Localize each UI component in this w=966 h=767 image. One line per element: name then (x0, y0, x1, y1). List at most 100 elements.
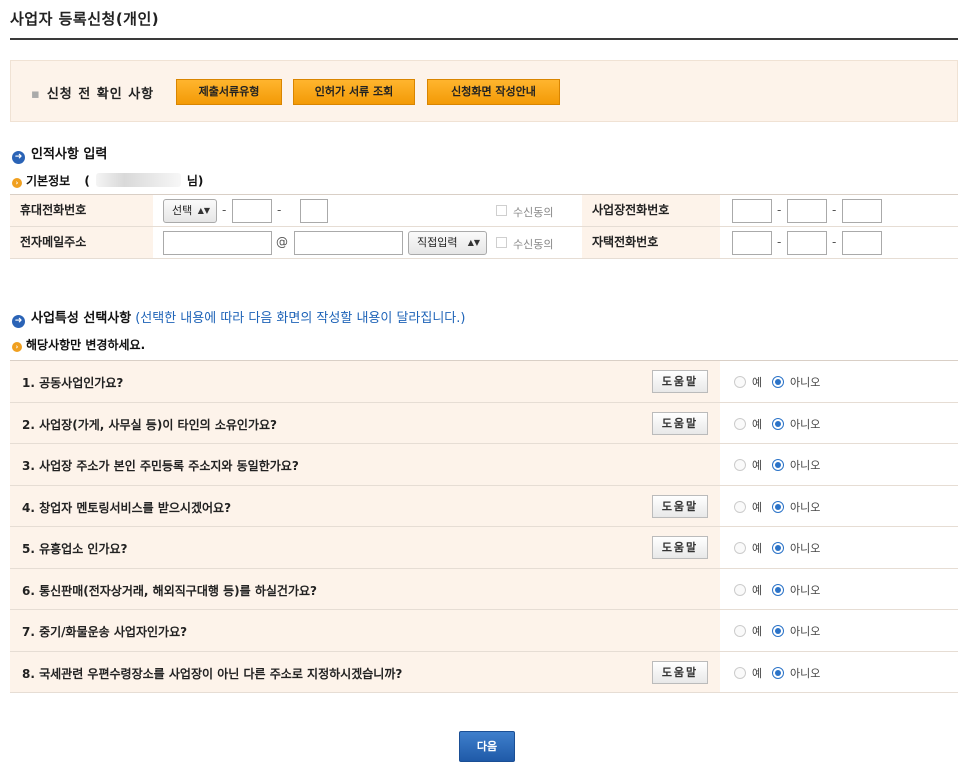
help-button[interactable]: 도움말 (652, 660, 708, 684)
blurred-user-name (95, 173, 181, 187)
question-text: 6. 통신판매(전자상거래, 해외직구대행 등)를 하실건가요? (22, 583, 317, 598)
question-row: 8. 국세관련 우편수령장소를 사업장이 아닌 다른 주소로 지정하시겠습니까?… (10, 651, 958, 693)
dash: - (277, 203, 282, 217)
no-radio[interactable] (772, 459, 784, 471)
yes-radio[interactable] (734, 583, 746, 596)
email-consent-label: 수신동의 (513, 238, 554, 251)
pre-check-label: ▪ 신청 전 확인 사항 (31, 87, 155, 102)
no-radio[interactable] (772, 376, 784, 388)
yes-radio[interactable] (734, 542, 746, 554)
select-arrows-icon: ▲▼ (197, 206, 210, 215)
home-phone-3-input[interactable] (842, 231, 882, 255)
yes-radio[interactable] (734, 500, 746, 513)
help-button[interactable]: 도움말 (652, 411, 708, 435)
at-sign: @ (276, 235, 288, 249)
help-button[interactable]: 도움말 (652, 370, 708, 393)
email-local-input[interactable] (163, 231, 272, 255)
question-text: 8. 국세관련 우편수령장소를 사업장이 아닌 다른 주소로 지정하시겠습니까? (22, 666, 403, 681)
home-phone-1-input[interactable] (732, 231, 772, 255)
no-label: 아니오 (790, 583, 821, 597)
question-text: 4. 창업자 멘토링서비스를 받으시겠어요? (22, 500, 232, 515)
yes-label: 예 (752, 417, 763, 431)
arrow-circle-small-icon: › (12, 342, 22, 352)
email-consent-checkbox[interactable] (496, 237, 507, 248)
arrow-circle-small-icon: › (12, 178, 22, 188)
business-section-note: (선택한 내용에 따라 다음 화면의 작성할 내용이 달라집니다.) (135, 311, 466, 326)
business-phone-2-input[interactable] (787, 199, 827, 223)
help-button[interactable]: 도움말 (652, 536, 708, 559)
yes-label: 예 (752, 666, 763, 680)
permit-docs-lookup-button[interactable]: 인허가 서류 조회 (293, 79, 415, 105)
question-cell: 5. 유흥업소 인가요? 도움말 (10, 527, 720, 568)
question-cell: 3. 사업장 주소가 본인 주민등록 주소지와 동일한가요? (10, 444, 720, 485)
select-arrows-icon: ▲▼ (467, 238, 480, 247)
yes-label: 예 (752, 459, 763, 472)
question-row: 5. 유흥업소 인가요? 도움말 예 아니오 (10, 527, 958, 569)
no-radio[interactable] (772, 625, 784, 637)
no-radio[interactable] (772, 666, 784, 679)
no-radio[interactable] (772, 583, 784, 596)
mobile-middle-input[interactable] (232, 199, 272, 223)
home-phone-2-input[interactable] (787, 231, 827, 255)
title-divider (10, 38, 958, 40)
no-label: 아니오 (790, 625, 821, 638)
yes-label: 예 (752, 625, 763, 638)
no-label: 아니오 (790, 376, 821, 389)
email-label: 전자메일주소 (10, 227, 153, 258)
no-radio[interactable] (772, 500, 784, 513)
dash: - (777, 203, 782, 217)
question-text: 1. 공동사업인가요? (22, 376, 124, 390)
mobile-consent-label: 수신동의 (513, 206, 554, 219)
yes-label: 예 (752, 500, 763, 514)
yes-radio[interactable] (734, 459, 746, 471)
question-cell: 6. 통신판매(전자상거래, 해외직구대행 등)를 하실건가요? (10, 568, 720, 609)
help-button[interactable]: 도움말 (652, 494, 708, 518)
yes-label: 예 (752, 376, 763, 389)
mobile-last-input[interactable] (300, 199, 328, 223)
no-label: 아니오 (790, 500, 821, 514)
no-radio[interactable] (772, 417, 784, 430)
dash: - (832, 203, 837, 217)
no-label: 아니오 (790, 417, 821, 431)
mobile-consent-checkbox[interactable] (496, 205, 507, 216)
basic-info-label: › 기본정보 (님) (12, 172, 203, 189)
next-button[interactable]: 다음 (459, 731, 515, 762)
question-text: 2. 사업장(가게, 사무실 등)이 타인의 소유인가요? (22, 417, 278, 432)
bullet-dot-icon: ▪ (31, 87, 41, 102)
yes-radio[interactable] (734, 625, 746, 637)
questions-table: 1. 공동사업인가요? 도움말 예 아니오 2. 사업장(가게, 사무실 등)이 타인의… (10, 360, 958, 693)
form-guide-button[interactable]: 신청화면 작성안내 (427, 79, 560, 105)
email-domain-input[interactable] (294, 231, 403, 255)
yes-radio[interactable] (734, 417, 746, 430)
yes-radio[interactable] (734, 376, 746, 388)
no-label: 아니오 (790, 542, 821, 555)
personal-info-table: 휴대전화번호 선택 ▲▼ - - 수신동의 사업장전화번호 - - 전자메일주소 … (10, 194, 958, 259)
home-phone-label: 자택전화번호 (582, 227, 720, 258)
question-text: 3. 사업장 주소가 본인 주민등록 주소지와 동일한가요? (22, 459, 299, 473)
mobile-label: 휴대전화번호 (10, 195, 153, 226)
yes-label: 예 (752, 542, 763, 555)
dash: - (832, 235, 837, 249)
dash: - (222, 203, 227, 217)
pre-check-panel: ▪ 신청 전 확인 사항 제출서류유형 인허가 서류 조회 신청화면 작성안내 (10, 60, 958, 122)
submit-docs-type-button[interactable]: 제출서류유형 (176, 79, 282, 105)
info-row-mobile: 휴대전화번호 선택 ▲▼ - - 수신동의 사업장전화번호 - - (10, 195, 958, 227)
mobile-prefix-select[interactable]: 선택 ▲▼ (163, 199, 217, 223)
dash: - (777, 235, 782, 249)
business-phone-1-input[interactable] (732, 199, 772, 223)
question-cell: 2. 사업장(가게, 사무실 등)이 타인의 소유인가요? 도움말 (10, 402, 720, 443)
email-domain-select[interactable]: 직접입력 ▲▼ (408, 231, 487, 255)
question-row: 2. 사업장(가게, 사무실 등)이 타인의 소유인가요? 도움말 예 아니오 (10, 402, 958, 444)
yes-radio[interactable] (734, 666, 746, 679)
business-phone-3-input[interactable] (842, 199, 882, 223)
business-section-title: ➜ 사업특성 선택사항 (선택한 내용에 따라 다음 화면의 작성할 내용이 달라집… (12, 307, 465, 328)
business-phone-label: 사업장전화번호 (582, 195, 720, 226)
question-row: 7. 중기/화물운송 사업자인가요? 예 아니오 (10, 610, 958, 652)
question-cell: 1. 공동사업인가요? 도움말 (10, 361, 720, 402)
no-radio[interactable] (772, 542, 784, 554)
question-row: 1. 공동사업인가요? 도움말 예 아니오 (10, 361, 958, 403)
no-label: 아니오 (790, 666, 821, 680)
no-label: 아니오 (790, 459, 821, 472)
arrow-circle-icon: ➜ (12, 315, 25, 328)
question-text: 7. 중기/화물운송 사업자인가요? (22, 625, 188, 639)
